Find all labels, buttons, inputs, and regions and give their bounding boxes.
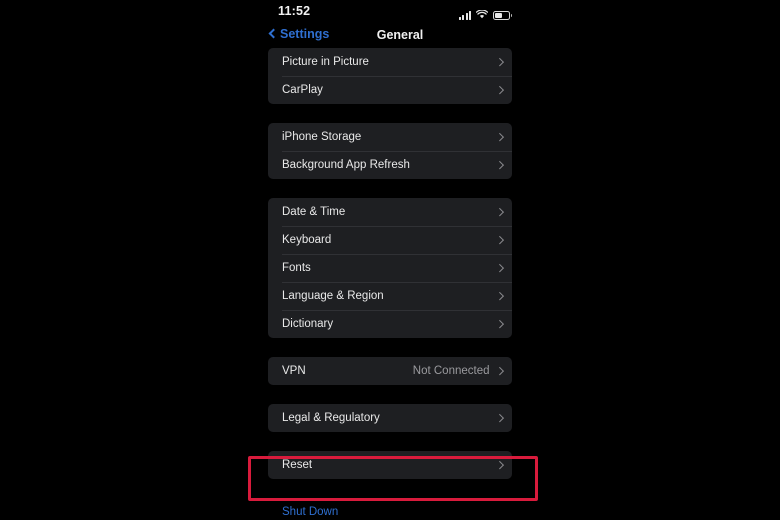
list-item-label: Shut Down — [282, 506, 339, 518]
list-item[interactable]: Date & Time — [268, 198, 512, 226]
status-bar: 11:52 — [258, 0, 522, 26]
storage-section: iPhone Storage Background App Refresh — [268, 123, 512, 179]
list-item-label: VPN — [282, 365, 306, 377]
chevron-right-icon — [495, 461, 504, 469]
list-item-label: Keyboard — [282, 234, 332, 246]
legal-section: Legal & Regulatory — [268, 404, 512, 432]
list-item[interactable]: Legal & Regulatory — [268, 404, 512, 432]
chevron-right-icon — [495, 208, 504, 216]
list-item-label: Fonts — [282, 262, 311, 274]
chevron-right-icon — [495, 320, 504, 328]
list-item[interactable]: CarPlay — [268, 76, 512, 104]
list-item[interactable]: iPhone Storage — [268, 123, 512, 151]
list-item-value: Not Connected — [412, 365, 490, 377]
list-item-label: Language & Region — [282, 290, 384, 302]
wifi-icon — [475, 6, 489, 24]
list-item-label: iPhone Storage — [282, 131, 362, 143]
list-item[interactable]: Fonts — [268, 254, 512, 282]
chevron-right-icon — [495, 264, 504, 272]
shutdown-section: Shut Down — [268, 498, 512, 520]
settings-list[interactable]: Picture in Picture CarPlay iPhone Storage B… — [258, 48, 522, 520]
list-item[interactable]: Keyboard — [268, 226, 512, 254]
list-item[interactable]: Language & Region — [268, 282, 512, 310]
vpn-section: VPN Not Connected — [268, 357, 512, 385]
phone-screen: 11:52 Settings General Picture in Pictur… — [258, 0, 522, 520]
chevron-right-icon — [495, 58, 504, 66]
list-item-label: Picture in Picture — [282, 56, 369, 68]
cellular-signal-icon — [458, 10, 471, 20]
localization-section: Date & Time Keyboard Fonts Language & Regio… — [268, 198, 512, 338]
list-item-label: Background App Refresh — [282, 159, 410, 171]
page-title: General — [376, 28, 424, 42]
list-item[interactable]: Dictionary — [268, 310, 512, 338]
list-item-label: Reset — [282, 459, 313, 471]
list-item[interactable]: Background App Refresh — [268, 151, 512, 179]
chevron-right-icon — [495, 367, 504, 375]
chevron-right-icon — [495, 414, 504, 422]
list-item-label: Dictionary — [282, 318, 334, 330]
list-item[interactable]: VPN Not Connected — [268, 357, 512, 385]
list-item[interactable]: Picture in Picture — [268, 48, 512, 76]
media-section: Picture in Picture CarPlay — [268, 48, 512, 104]
status-bar-icons — [458, 6, 512, 24]
list-item[interactable]: Reset — [268, 451, 512, 479]
list-item-label: CarPlay — [282, 84, 323, 96]
reset-section: Reset — [268, 451, 512, 479]
status-bar-time: 11:52 — [278, 4, 311, 18]
chevron-right-icon — [495, 86, 504, 94]
chevron-right-icon — [495, 161, 504, 169]
navigation-bar: Settings General — [258, 26, 522, 48]
chevron-right-icon — [495, 292, 504, 300]
list-item[interactable]: Shut Down — [268, 498, 512, 520]
chevron-right-icon — [495, 236, 504, 244]
list-item-label: Legal & Regulatory — [282, 412, 380, 424]
battery-icon — [493, 10, 512, 20]
chevron-right-icon — [495, 133, 504, 141]
list-item-label: Date & Time — [282, 206, 346, 218]
screenshot-root: 11:52 Settings General Picture in Pictur… — [0, 0, 780, 520]
